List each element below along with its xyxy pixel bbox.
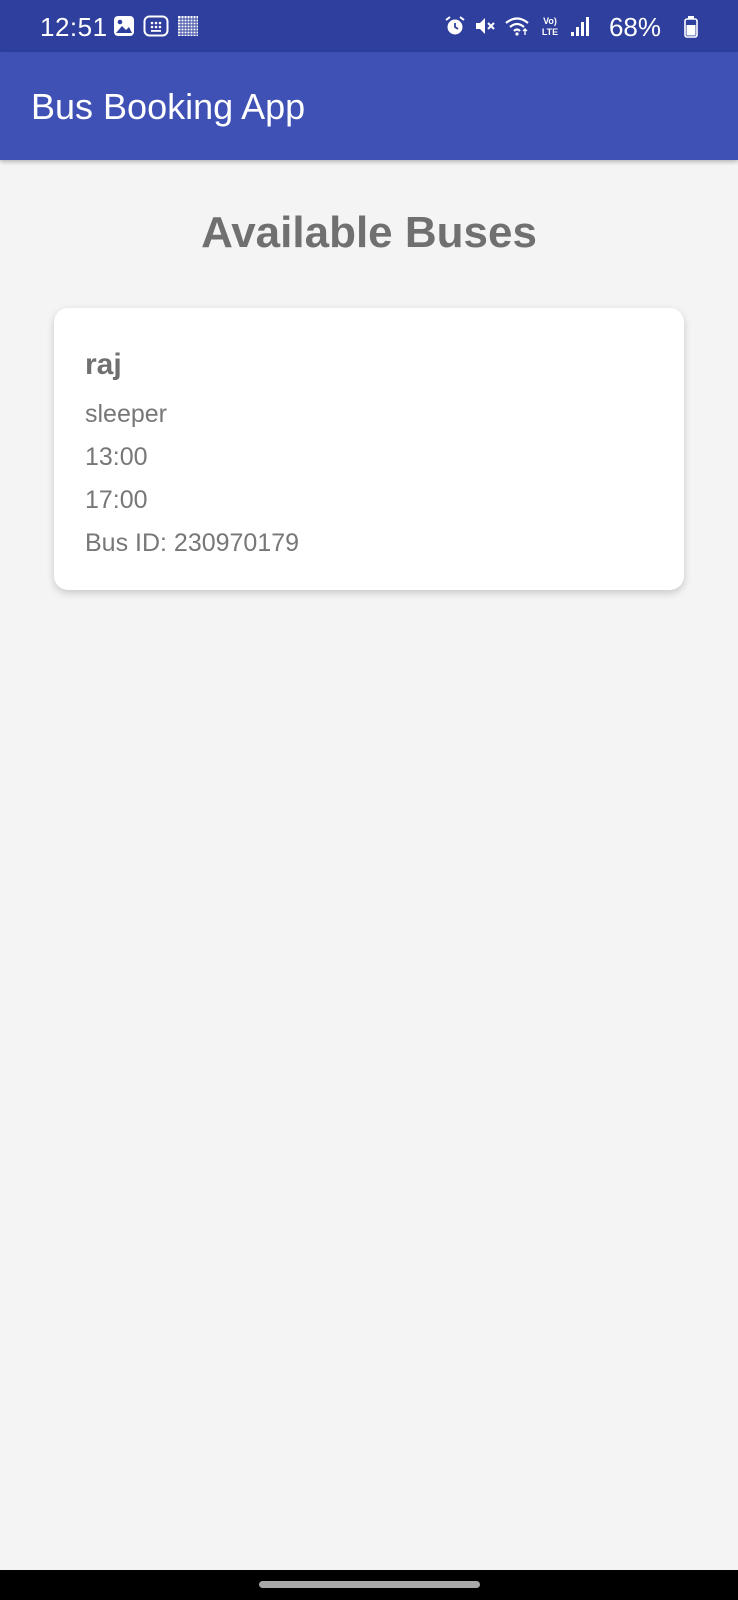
status-left-icons <box>113 15 199 42</box>
app-title: Bus Booking App <box>31 86 306 127</box>
status-time: 12:51 <box>40 12 108 42</box>
alarm-icon <box>444 15 466 42</box>
bus-card[interactable]: raj sleeper 13:00 17:00 Bus ID: 23097017… <box>54 308 684 590</box>
page-heading: Available Buses <box>201 208 537 257</box>
battery-icon <box>684 16 698 43</box>
battery-percentage: 68% <box>608 12 661 42</box>
volte-lte-icon: Vo) LTE <box>538 15 562 42</box>
app-bar: Bus Booking App <box>0 52 738 160</box>
mute-icon <box>474 15 496 42</box>
qr-pattern-icon <box>177 15 199 42</box>
app-grid-icon <box>143 15 169 42</box>
home-gesture-handle[interactable] <box>259 1581 480 1588</box>
status-bar: 12:51 Vo) LTE 68% <box>0 0 738 52</box>
bus-id: Bus ID: 230970179 <box>85 529 300 557</box>
bus-type: sleeper <box>85 400 167 428</box>
bus-name: raj <box>85 348 122 381</box>
bus-departure-time: 13:00 <box>85 443 148 471</box>
status-right-icons: Vo) LTE <box>444 15 590 42</box>
signal-icon <box>570 15 590 42</box>
svg-text:Vo): Vo) <box>543 16 557 26</box>
wifi-icon <box>504 15 530 42</box>
svg-text:LTE: LTE <box>542 27 558 37</box>
bus-arrival-time: 17:00 <box>85 486 148 514</box>
gallery-icon <box>113 15 135 42</box>
system-nav-bar <box>0 1570 738 1600</box>
